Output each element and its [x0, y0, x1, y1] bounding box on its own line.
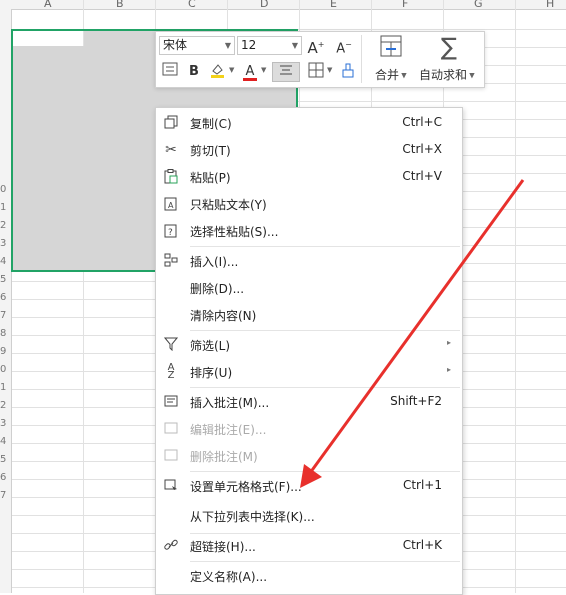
annotation-arrow	[300, 179, 525, 488]
